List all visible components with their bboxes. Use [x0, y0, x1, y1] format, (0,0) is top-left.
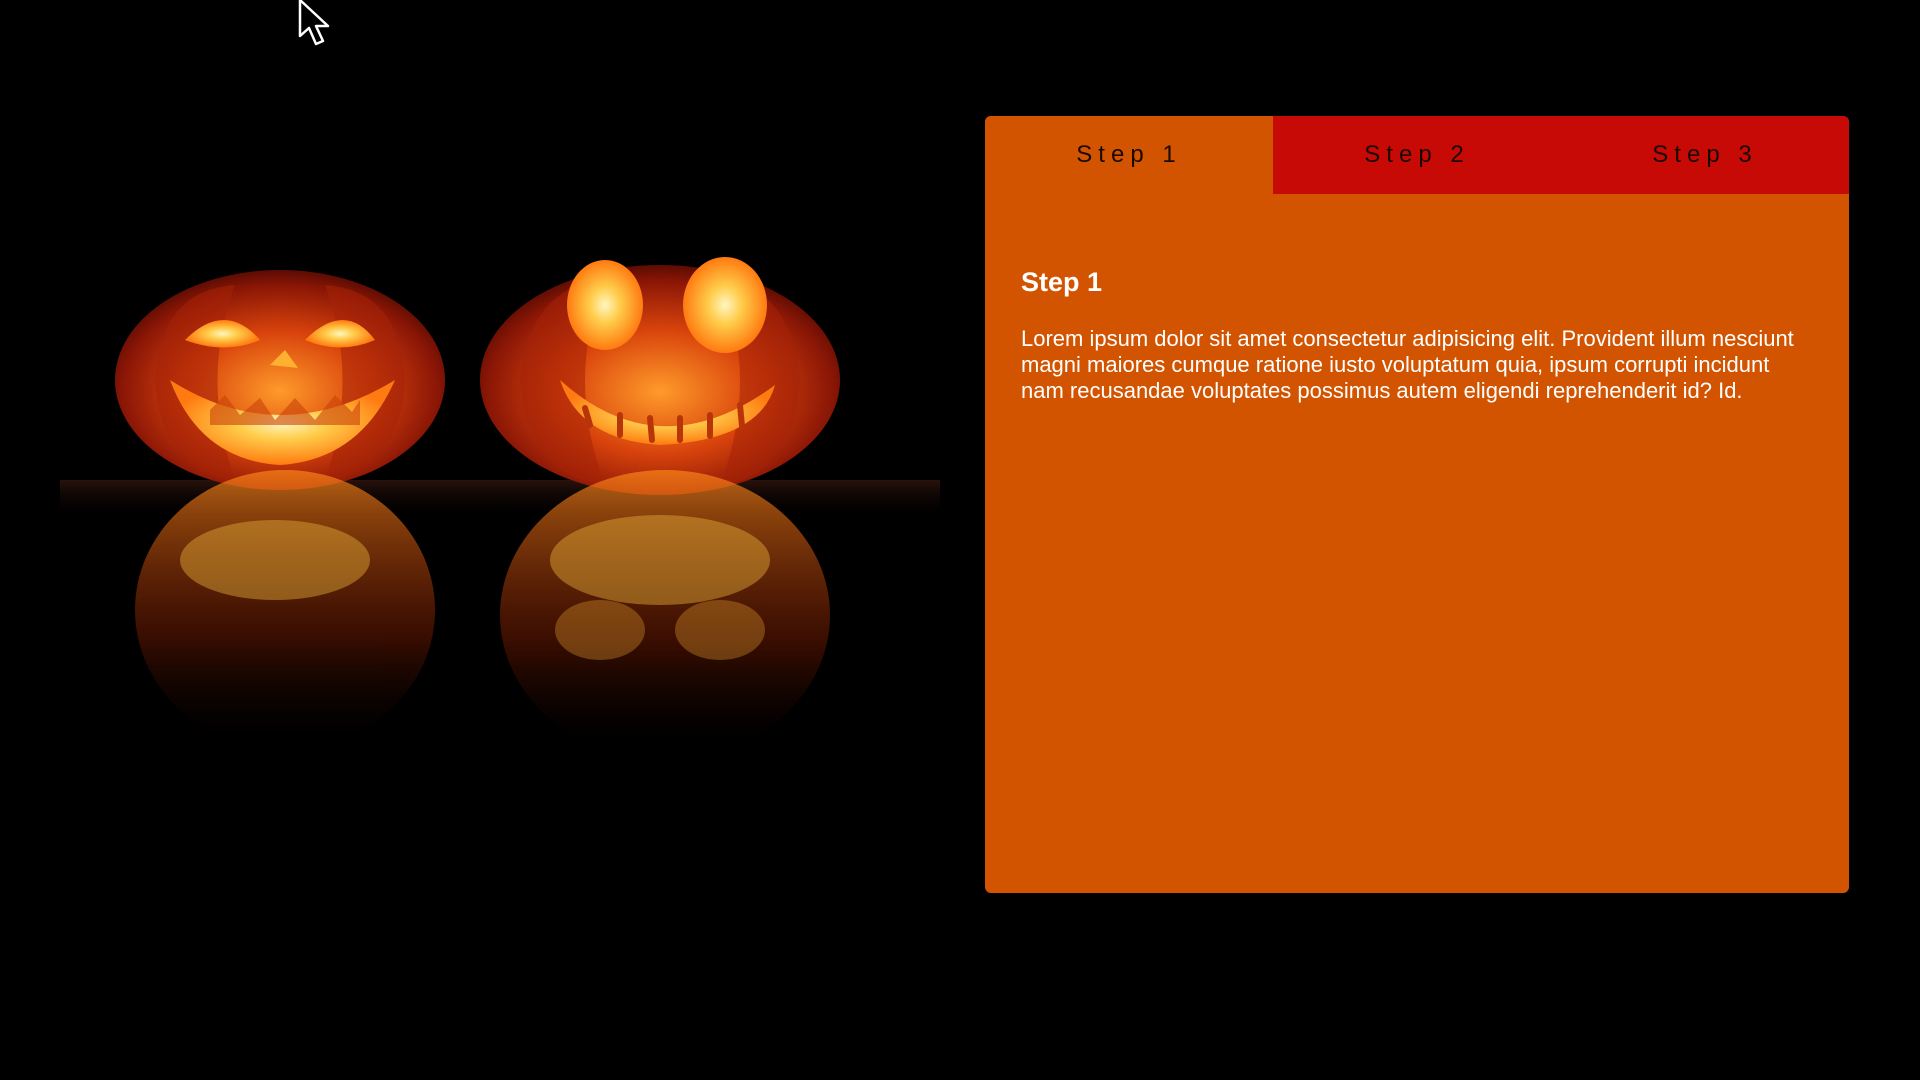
panel-title: Step 1	[1021, 267, 1103, 297]
mouse-pointer-icon	[298, 0, 338, 48]
page: Step 1 Step 2 Step 3 Step 1 Lorem ipsum …	[0, 0, 1920, 1080]
tab-step-3[interactable]: Step 3	[1561, 116, 1849, 194]
tab-panel: Step 1 Lorem ipsum dolor sit amet consec…	[985, 194, 1849, 404]
tab-step-2[interactable]: Step 2	[1273, 116, 1561, 194]
jack-o-lantern-photo	[60, 230, 940, 870]
tabs-card: Step 1 Step 2 Step 3 Step 1 Lorem ipsum …	[985, 116, 1849, 893]
tab-step-1[interactable]: Step 1	[985, 116, 1273, 194]
panel-body-text: Lorem ipsum dolor sit amet consectetur a…	[1021, 326, 1794, 404]
tab-bar: Step 1 Step 2 Step 3	[985, 116, 1849, 194]
